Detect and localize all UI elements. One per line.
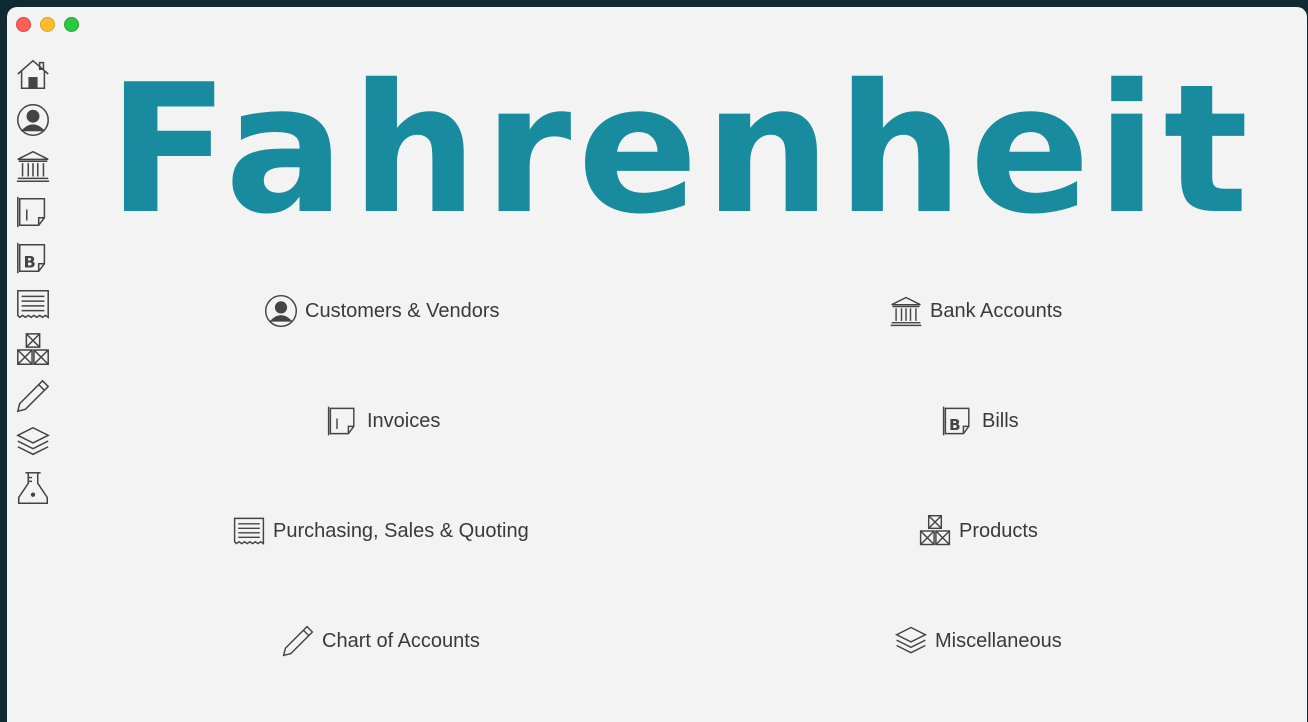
sidebar: I B [13, 51, 55, 511]
close-window-button[interactable] [16, 17, 31, 32]
bill-icon: B [942, 406, 970, 436]
minimize-window-button[interactable] [40, 17, 55, 32]
flask-icon [17, 472, 49, 504]
sidebar-item-lab[interactable] [13, 465, 53, 511]
customers-vendors-link[interactable]: Customers & Vendors [263, 293, 500, 329]
window-controls [16, 17, 79, 32]
chart-of-accounts-link[interactable]: Chart of Accounts [280, 623, 480, 659]
layers-icon [16, 426, 50, 456]
svg-text:B: B [24, 253, 36, 272]
pen-icon [16, 379, 50, 413]
receipt-icon [17, 289, 49, 319]
bank-icon [16, 150, 50, 182]
miscellaneous-link[interactable]: Miscellaneous [893, 623, 1062, 659]
invoice-icon: I [17, 196, 46, 228]
products-link[interactable]: Products [917, 513, 1038, 549]
sidebar-item-bills[interactable]: B [13, 235, 53, 281]
svg-text:I: I [24, 207, 28, 225]
bank-icon [890, 296, 922, 327]
sidebar-item-customers[interactable] [13, 97, 53, 143]
svg-text:B: B [949, 416, 961, 434]
pen-icon [282, 625, 314, 657]
sidebar-item-products[interactable] [13, 327, 53, 373]
bank-accounts-label: Bank Accounts [930, 299, 1063, 322]
invoices-link[interactable]: I Invoices [325, 403, 440, 439]
sidebar-item-invoices[interactable]: I [13, 189, 53, 235]
invoices-label: Invoices [367, 409, 441, 432]
invoice-icon: I [327, 406, 355, 436]
sidebar-item-chart-of-accounts[interactable] [13, 373, 53, 419]
bank-accounts-link[interactable]: Bank Accounts [888, 293, 1062, 329]
chart-of-accounts-label: Chart of Accounts [322, 629, 480, 652]
app-logo: Fahrenheit [107, 46, 1255, 253]
customers-vendors-label: Customers & Vendors [305, 299, 500, 322]
bills-label: Bills [982, 409, 1019, 432]
sidebar-item-home[interactable] [13, 51, 53, 97]
boxes-icon [17, 333, 49, 366]
boxes-icon [919, 514, 951, 546]
user-icon [264, 294, 298, 328]
receipt-icon [233, 517, 265, 545]
layers-icon [894, 626, 928, 654]
products-label: Products [959, 519, 1038, 542]
maximize-window-button[interactable] [64, 17, 79, 32]
purchasing-sales-quoting-link[interactable]: Purchasing, Sales & Quoting [231, 513, 529, 549]
miscellaneous-label: Miscellaneous [935, 629, 1062, 652]
sidebar-item-miscellaneous[interactable] [13, 419, 53, 465]
bill-icon: B [17, 242, 46, 274]
app-window: I B Fahrenheit Customers & Vendors Bank … [7, 7, 1307, 722]
user-icon [17, 104, 49, 136]
purchasing-sales-quoting-label: Purchasing, Sales & Quoting [273, 519, 529, 542]
sidebar-item-bank[interactable] [13, 143, 53, 189]
svg-text:I: I [335, 417, 339, 433]
home-icon [17, 59, 49, 90]
bills-link[interactable]: B Bills [940, 403, 1019, 439]
sidebar-item-purchasing[interactable] [13, 281, 53, 327]
